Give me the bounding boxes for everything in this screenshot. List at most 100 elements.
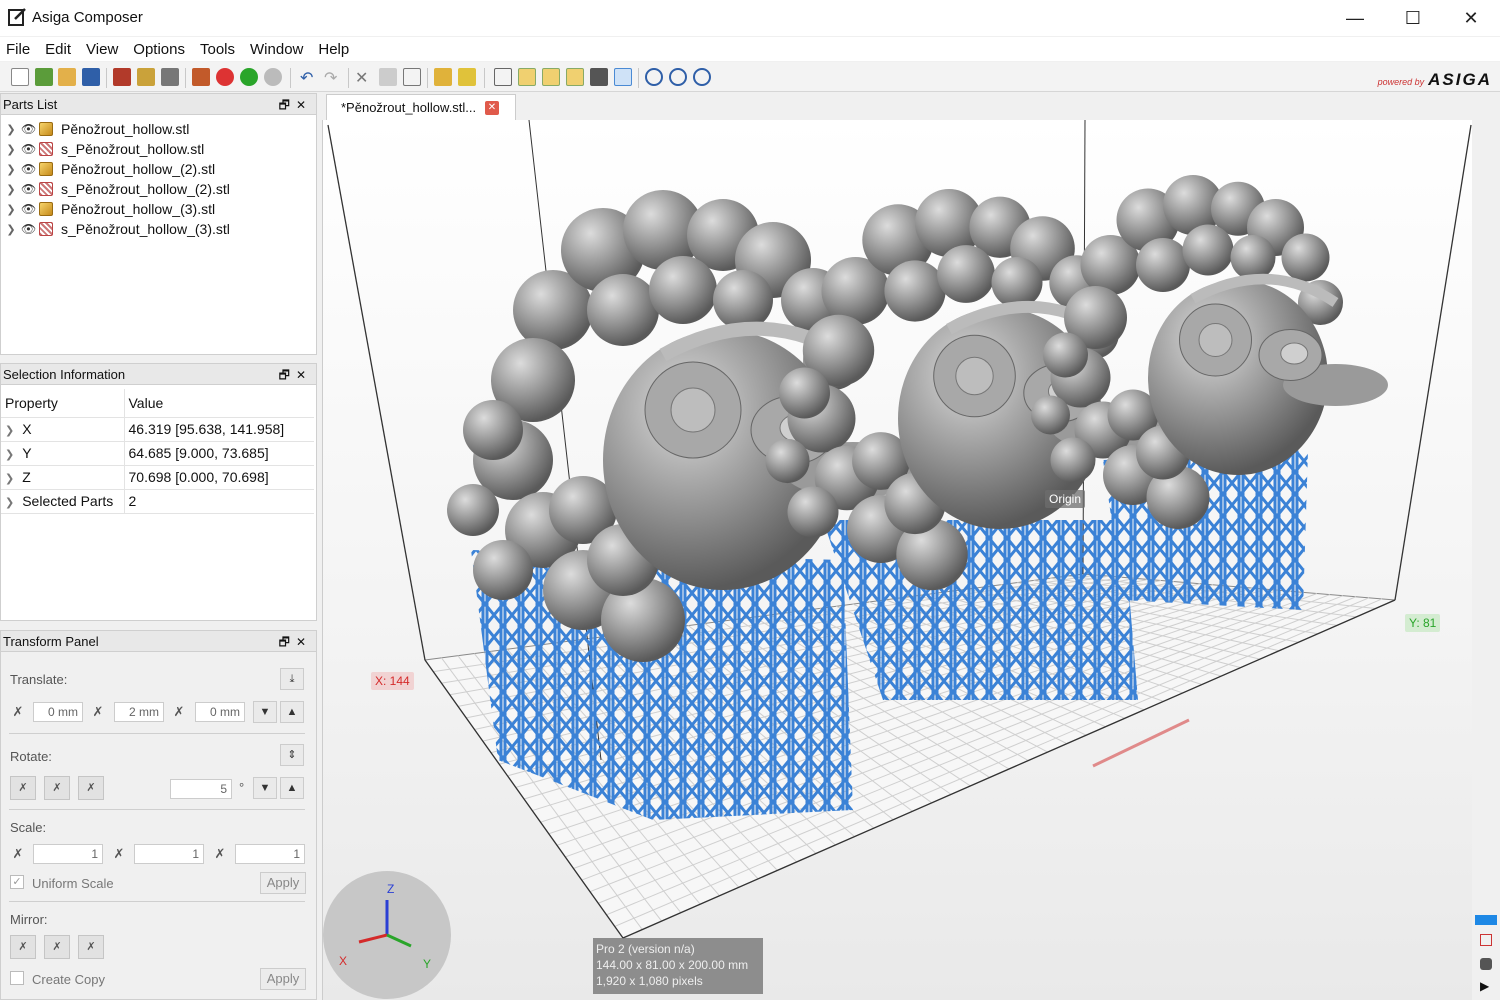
play-icon[interactable] (240, 68, 258, 86)
open-folder-icon[interactable] (58, 68, 76, 86)
slice-view-icon[interactable] (1480, 958, 1492, 970)
rotate-up-button[interactable]: ▲ (280, 777, 304, 799)
rotate-z-button[interactable]: ✗ (78, 776, 104, 800)
eye-icon[interactable]: 👁 (21, 182, 37, 196)
add-part-icon[interactable] (35, 68, 53, 86)
close-tab-icon[interactable]: ✕ (485, 101, 499, 115)
expand-icon[interactable]: ❯ (5, 449, 14, 461)
drop-to-plate-button[interactable]: ⤓ (280, 668, 304, 690)
redo-icon[interactable]: ↷ (324, 68, 342, 87)
new-file-icon[interactable] (11, 68, 29, 86)
mirror-z-button[interactable]: ✗ (78, 935, 104, 959)
rotate-down-button[interactable]: ▼ (253, 777, 277, 799)
translate-down-button[interactable]: ▼ (253, 701, 277, 723)
table-row[interactable]: ❯ Y 64.685 [9.000, 73.685] (1, 441, 314, 466)
expand-icon[interactable]: ❯ (1, 143, 21, 156)
view-bottom-icon[interactable] (590, 68, 608, 86)
table-row[interactable]: ❯ Z 70.698 [0.000, 70.698] (1, 465, 314, 490)
list-item[interactable]: ❯ 👁 s_Pěnožrout_hollow_(3).stl (1, 219, 316, 239)
layers-icon[interactable] (161, 68, 179, 86)
view-side-icon[interactable] (542, 68, 560, 86)
list-item[interactable]: ❯ 👁 s_Pěnožrout_hollow.stl (1, 139, 316, 159)
scale-z-input[interactable]: 1 (235, 844, 305, 864)
eye-icon[interactable]: 👁 (21, 162, 37, 176)
translate-y-input[interactable]: 2 mm (114, 702, 164, 722)
panel-buttons[interactable]: 🗗✕ (279, 633, 312, 654)
3d-viewport[interactable]: X: 144 Y: 81 Origin Z X Y Pro 2 (version… (322, 120, 1472, 1000)
table-row[interactable]: ❯ Selected Parts 2 (1, 489, 314, 514)
measure-icon[interactable] (458, 68, 476, 86)
zoom-fit-icon[interactable] (693, 68, 711, 86)
mirror-x-button[interactable]: ✗ (10, 935, 36, 959)
save-icon[interactable] (82, 68, 100, 86)
translate-x-input[interactable]: 0 mm (33, 702, 83, 722)
create-copy-checkbox[interactable] (10, 971, 24, 985)
slice-icon[interactable] (113, 68, 131, 86)
uniform-scale-checkbox[interactable]: ✓ (10, 875, 24, 889)
scale-apply-button[interactable]: Apply (260, 872, 306, 894)
menu-view[interactable]: View (86, 41, 118, 58)
bubble-shape (779, 367, 830, 419)
support-icon[interactable] (137, 68, 155, 86)
duplicate-icon[interactable] (379, 68, 397, 86)
menu-edit[interactable]: Edit (45, 41, 71, 58)
menu-file[interactable]: File (6, 41, 30, 58)
rotate-angle-input[interactable]: 5 (170, 779, 232, 799)
panel-buttons[interactable]: 🗗✕ (279, 366, 312, 387)
panel-buttons[interactable]: 🗗✕ (279, 96, 312, 117)
list-item[interactable]: ❯ 👁 Pěnožrout_hollow.stl (1, 119, 316, 139)
expand-icon[interactable]: ❯ (5, 425, 14, 437)
close-button[interactable]: ✕ (1442, 0, 1500, 36)
zoom-in-icon[interactable] (645, 68, 663, 86)
undo-icon[interactable]: ↶ (300, 68, 318, 87)
auto-orient-button[interactable]: ⇕ (280, 744, 304, 766)
expand-icon[interactable]: ❯ (5, 473, 14, 485)
list-item[interactable]: ❯ 👁 Pěnožrout_hollow_(2).stl (1, 159, 316, 179)
menu-tools[interactable]: Tools (200, 41, 235, 58)
table-row[interactable]: ❯ X 46.319 [95.638, 141.958] (1, 417, 314, 442)
zoom-out-icon[interactable] (669, 68, 687, 86)
eye-icon[interactable]: 👁 (21, 122, 37, 136)
scale-label: Scale: (10, 820, 47, 835)
list-item[interactable]: ❯ 👁 s_Pěnožrout_hollow_(2).stl (1, 179, 316, 199)
mirror-y-button[interactable]: ✗ (44, 935, 70, 959)
stop-icon[interactable] (264, 68, 282, 86)
build-icon[interactable] (192, 68, 210, 86)
expand-icon[interactable]: ❯ (1, 123, 21, 136)
expand-icon[interactable]: ❯ (1, 223, 21, 236)
list-item[interactable]: ❯ 👁 Pěnožrout_hollow_(3).stl (1, 199, 316, 219)
rotate-y-button[interactable]: ✗ (44, 776, 70, 800)
delete-icon[interactable]: ✕ (355, 68, 373, 87)
layer-icon[interactable] (1480, 934, 1492, 946)
scale-y-input[interactable]: 1 (134, 844, 204, 864)
play-icon[interactable]: ▶ (1480, 979, 1489, 993)
expand-icon[interactable]: ❯ (1, 163, 21, 176)
maximize-button[interactable]: ☐ (1384, 0, 1442, 36)
eye-icon[interactable]: 👁 (21, 142, 37, 156)
view-box-icon[interactable] (614, 68, 632, 86)
translate-up-button[interactable]: ▲ (280, 701, 304, 723)
scroll-thumb[interactable] (1475, 915, 1497, 925)
arrange-icon[interactable] (403, 68, 421, 86)
eye-icon[interactable]: 👁 (21, 202, 37, 216)
menu-help[interactable]: Help (318, 41, 349, 58)
scale-x-input[interactable]: 1 (33, 844, 103, 864)
menu-options[interactable]: Options (133, 41, 185, 58)
auto-place-icon[interactable] (434, 68, 452, 86)
menu-window[interactable]: Window (250, 41, 303, 58)
pie-icon[interactable] (216, 68, 234, 86)
eye-icon[interactable]: 👁 (21, 222, 37, 236)
minimize-button[interactable]: — (1326, 0, 1384, 36)
view-front-icon[interactable] (518, 68, 536, 86)
mirror-apply-button[interactable]: Apply (260, 968, 306, 990)
support-part-icon (39, 142, 53, 156)
expand-icon[interactable]: ❯ (5, 497, 14, 509)
document-tab[interactable]: *Pěnožrout_hollow.stl... ✕ (326, 94, 516, 120)
expand-icon[interactable]: ❯ (1, 183, 21, 196)
volume-edge (327, 124, 426, 661)
view-iso-icon[interactable] (494, 68, 512, 86)
translate-z-input[interactable]: 0 mm (195, 702, 245, 722)
view-top-icon[interactable] (566, 68, 584, 86)
rotate-x-button[interactable]: ✗ (10, 776, 36, 800)
expand-icon[interactable]: ❯ (1, 203, 21, 216)
